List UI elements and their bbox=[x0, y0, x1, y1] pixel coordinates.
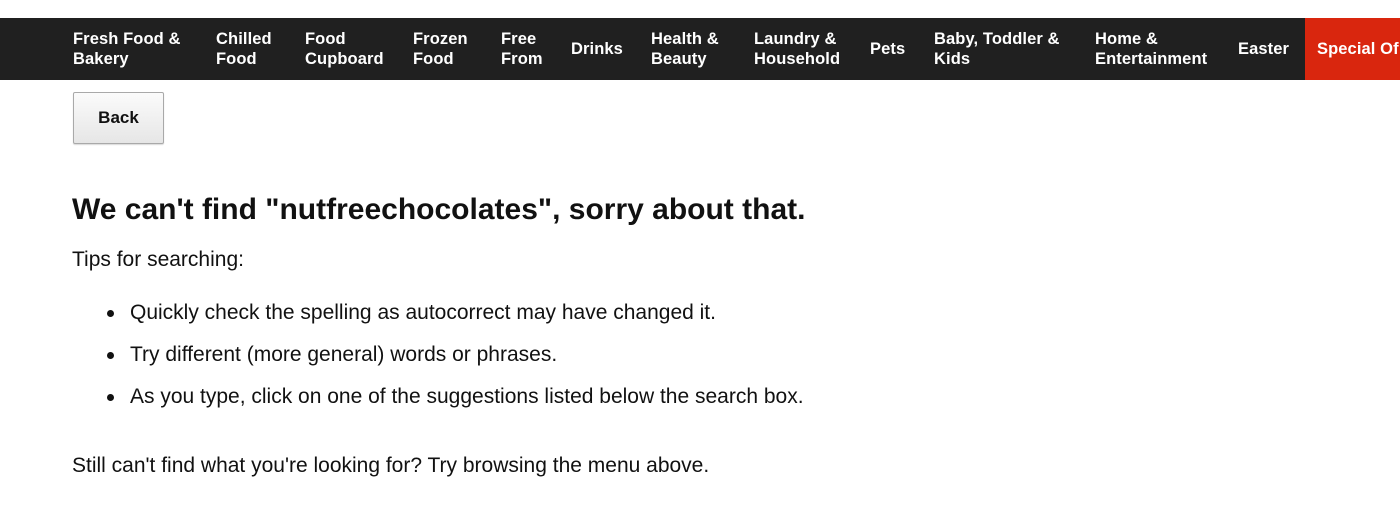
top-navigation-bar: Fresh Food & Bakery Chilled Food Food Cu… bbox=[0, 18, 1400, 80]
tip-text: Quickly check the spelling as autocorrec… bbox=[130, 301, 716, 324]
nav-item-baby-toddler-kids[interactable]: Baby, Toddler & Kids bbox=[934, 18, 1060, 80]
bullet-icon bbox=[107, 352, 114, 359]
nav-item-health-beauty[interactable]: Health & Beauty bbox=[651, 18, 719, 80]
nav-item-chilled-food[interactable]: Chilled Food bbox=[216, 18, 272, 80]
nav-item-easter[interactable]: Easter bbox=[1238, 18, 1289, 80]
browse-menu-hint: Still can't find what you're looking for… bbox=[72, 454, 710, 477]
nav-item-frozen-food[interactable]: Frozen Food bbox=[413, 18, 468, 80]
list-item: Quickly check the spelling as autocorrec… bbox=[72, 298, 804, 340]
tips-heading: Tips for searching: bbox=[72, 248, 244, 271]
nav-item-laundry-household[interactable]: Laundry & Household bbox=[754, 18, 840, 80]
nav-item-free-from[interactable]: Free From bbox=[501, 18, 543, 80]
bullet-icon bbox=[107, 394, 114, 401]
list-item: Try different (more general) words or ph… bbox=[72, 340, 804, 382]
bullet-icon bbox=[107, 310, 114, 317]
nav-item-food-cupboard[interactable]: Food Cupboard bbox=[305, 18, 384, 80]
page-title: We can't find "nutfreechocolates", sorry… bbox=[72, 193, 806, 226]
nav-item-home-entertainment[interactable]: Home & Entertainment bbox=[1095, 18, 1207, 80]
nav-item-pets[interactable]: Pets bbox=[870, 18, 905, 80]
category-nav: Fresh Food & Bakery Chilled Food Food Cu… bbox=[0, 18, 1400, 80]
list-item: As you type, click on one of the suggest… bbox=[72, 382, 804, 424]
nav-item-fresh-food-bakery[interactable]: Fresh Food & Bakery bbox=[73, 18, 181, 80]
tip-text: Try different (more general) words or ph… bbox=[130, 343, 558, 366]
tips-list: Quickly check the spelling as autocorrec… bbox=[72, 298, 804, 424]
tip-text: As you type, click on one of the suggest… bbox=[130, 385, 804, 408]
nav-item-drinks[interactable]: Drinks bbox=[571, 18, 623, 80]
back-button[interactable]: Back bbox=[73, 92, 164, 144]
nav-item-special-offers[interactable]: Special Of bbox=[1305, 18, 1400, 80]
